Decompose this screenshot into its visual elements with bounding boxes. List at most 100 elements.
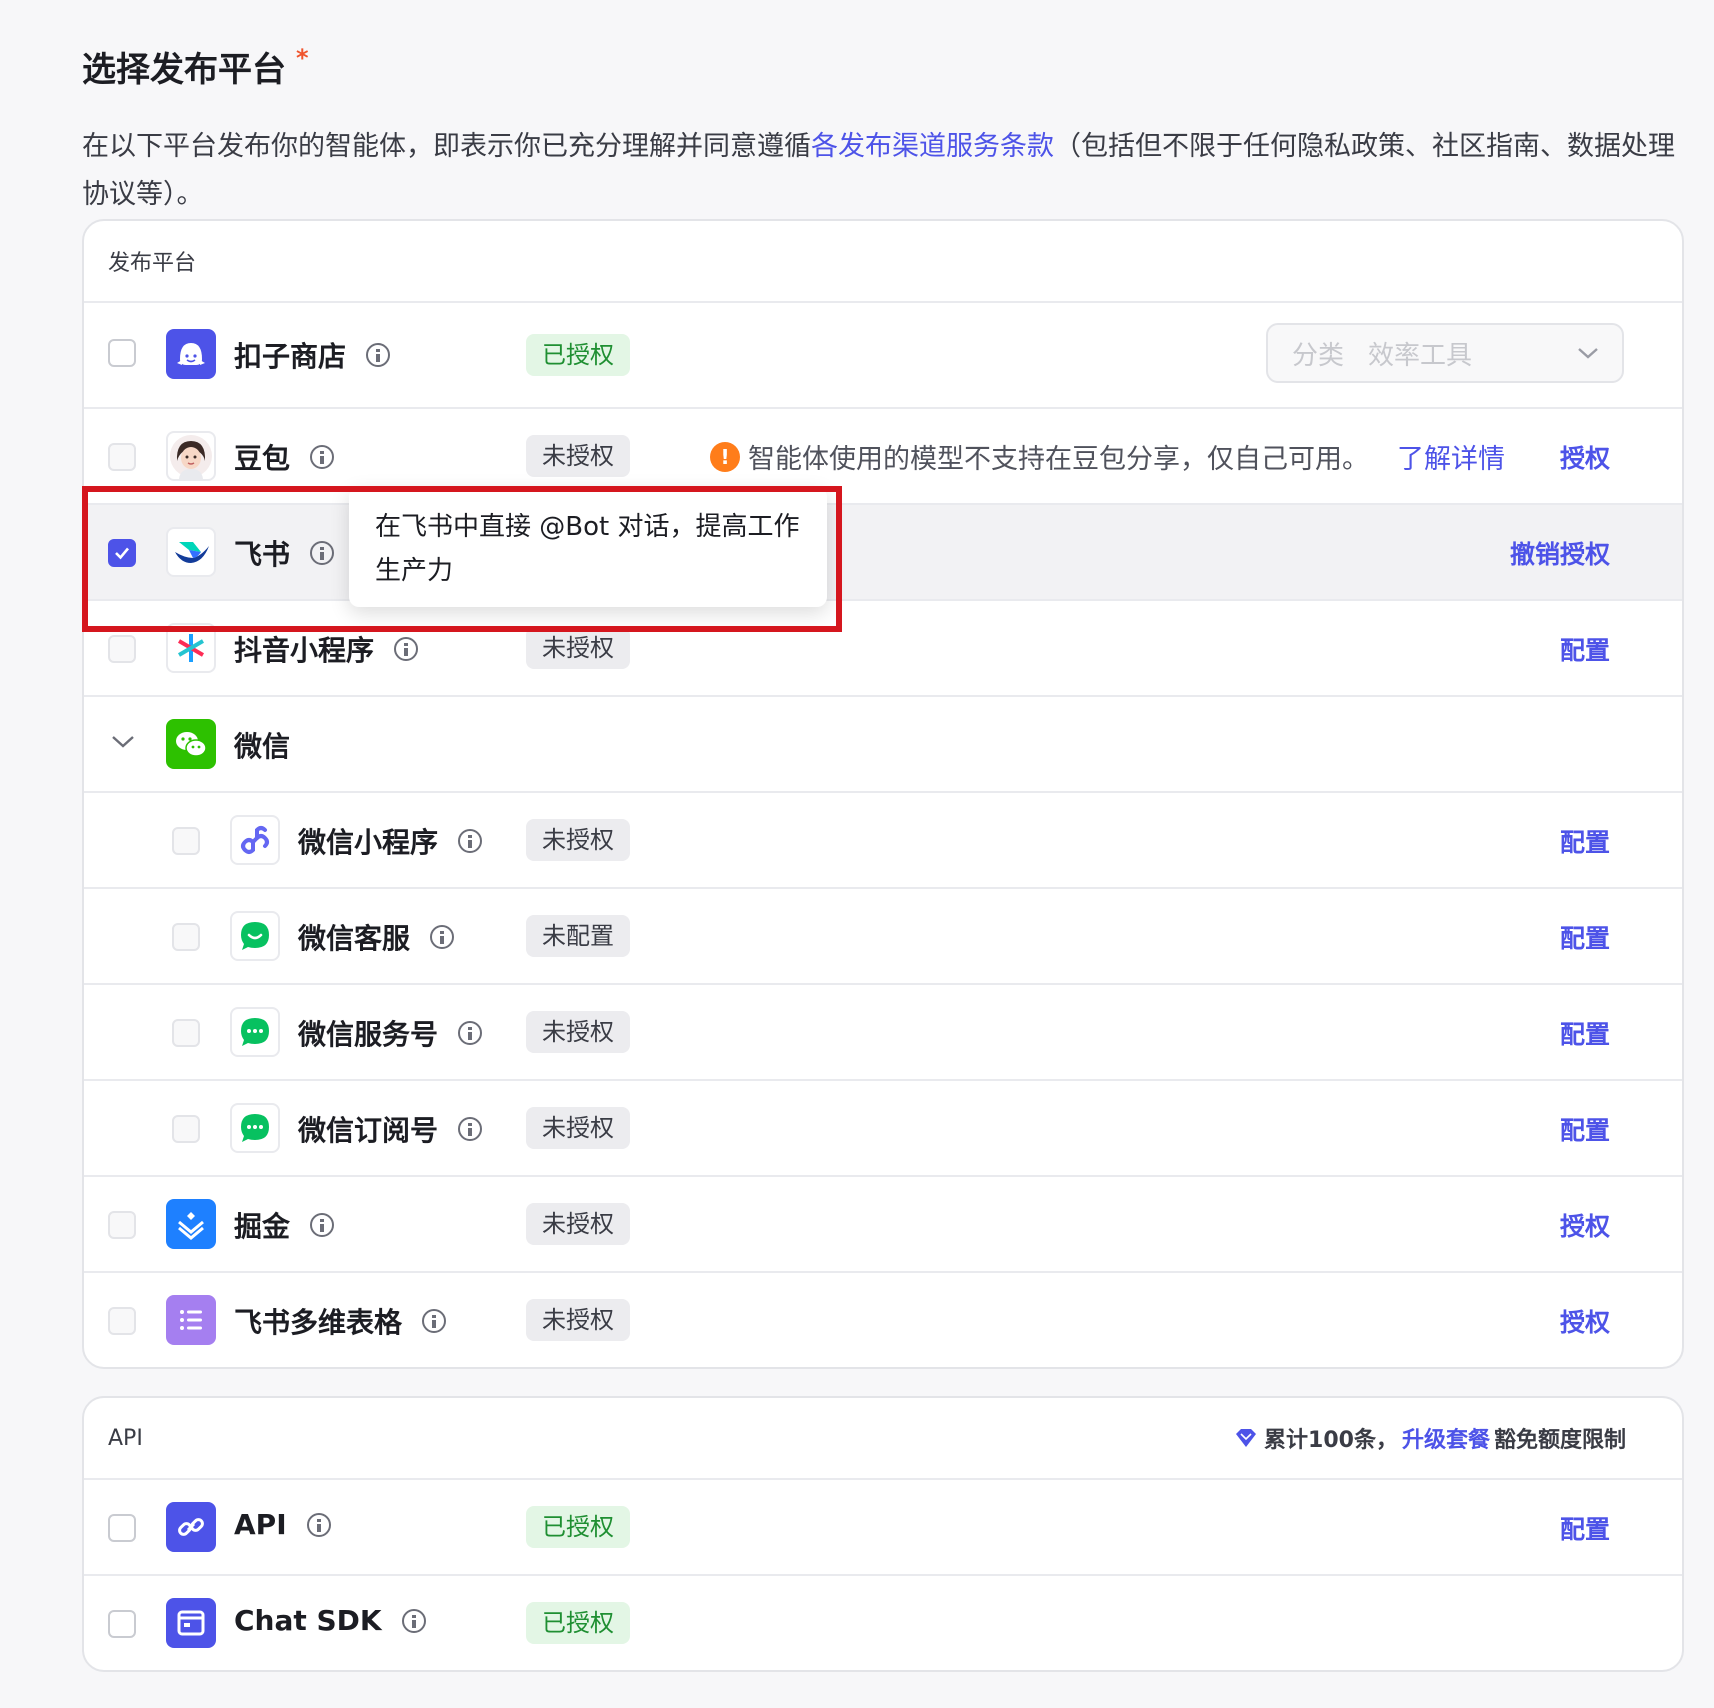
wechat-label: 微信 [234,730,291,763]
api-name: API [234,1508,331,1541]
wechat-service-name: 微信客服 [298,917,455,957]
wechat-service-logo-icon [230,911,280,961]
terms-text-before: 在以下平台发布你的智能体，即表示你已充分理解并同意遵循 [82,131,811,162]
wechat-logo-icon [166,719,216,769]
info-icon[interactable] [394,637,419,661]
info-icon[interactable] [458,829,483,853]
platform-row-coze-store: 扣子商店 已授权 分类 效率工具 [84,303,1682,409]
wechat-official-label: 微信服务号 [298,1018,439,1051]
wechat-service-status-badge: 未配置 [526,915,630,957]
chat-sdk-name: Chat SDK [234,1604,426,1637]
info-icon[interactable] [401,1608,426,1633]
learn-more-link[interactable]: 了解详情 [1397,437,1505,476]
wechat-official-status-badge: 未授权 [526,1011,630,1053]
category-select[interactable]: 分类 效率工具 [1266,323,1624,383]
feishu-revoke-button[interactable]: 撤销授权 [1510,535,1610,571]
info-icon[interactable] [458,1117,483,1141]
platform-row-wechat-miniapp: 微信小程序 未授权 配置 [84,793,1682,889]
wechat-subscription-label: 微信订阅号 [298,1114,439,1147]
diamond-icon [1236,1429,1257,1447]
douyin-miniapp-checkbox[interactable] [108,635,136,663]
juejin-label: 掘金 [234,1210,291,1243]
platform-row-chat-sdk: Chat SDK 已授权 [84,1576,1682,1670]
douyin-miniapp-status-badge: 未授权 [526,627,630,669]
chat-sdk-checkbox[interactable] [108,1610,136,1638]
category-select-label: 分类 [1292,340,1345,371]
juejin-name: 掘金 [234,1205,335,1245]
platform-row-wechat-subscription: 微信订阅号 未授权 配置 [84,1081,1682,1177]
doubao-name: 豆包 [234,437,335,477]
terms-link[interactable]: 各发布渠道服务条款 [811,131,1054,162]
wechat-official-logo-icon [230,1007,280,1057]
feishu-bitable-name: 飞书多维表格 [234,1301,447,1341]
info-icon[interactable] [306,1512,331,1537]
info-icon[interactable] [430,925,455,949]
coze-store-logo-icon [166,329,216,379]
coze-store-checkbox[interactable] [108,339,136,367]
chevron-down-icon [1578,348,1598,359]
wechat-subscription-checkbox[interactable] [172,1115,200,1143]
wechat-miniapp-status-badge: 未授权 [526,819,630,861]
wechat-service-config-button[interactable]: 配置 [1560,919,1610,955]
wechat-official-config-button[interactable]: 配置 [1560,1015,1610,1051]
wechat-miniapp-label: 微信小程序 [298,826,439,859]
api-quota-note: 累计100条， 升级套餐 豁免额度限制 [1234,1422,1626,1454]
api-config-button[interactable]: 配置 [1560,1510,1610,1546]
info-icon[interactable] [458,1021,483,1045]
douyin-miniapp-name: 抖音小程序 [234,629,419,669]
wechat-miniapp-checkbox[interactable] [172,827,200,855]
feishu-bitable-checkbox[interactable] [108,1307,136,1335]
wechat-subscription-status-badge: 未授权 [526,1107,630,1149]
wechat-service-checkbox[interactable] [172,923,200,951]
api-header-label: API [108,1425,143,1451]
platform-group-wechat[interactable]: 微信 [84,697,1682,793]
juejin-checkbox[interactable] [108,1211,136,1239]
upgrade-plan-link[interactable]: 升级套餐 [1402,1422,1490,1454]
api-checkbox[interactable] [108,1514,136,1542]
chat-sdk-status-badge: 已授权 [526,1602,630,1644]
info-icon[interactable] [366,343,391,367]
douyin-miniapp-config-button[interactable]: 配置 [1560,631,1610,667]
coze-store-status-badge: 已授权 [526,334,630,376]
feishu-bitable-authorize-button[interactable]: 授权 [1560,1303,1610,1339]
coze-store-name: 扣子商店 [234,335,391,375]
info-icon[interactable] [422,1309,447,1333]
platform-row-wechat-service: 微信客服 未配置 配置 [84,889,1682,985]
info-icon[interactable] [310,1213,335,1237]
feishu-bitable-label: 飞书多维表格 [234,1306,403,1339]
platform-row-feishu-bitable: 飞书多维表格 未授权 授权 [84,1273,1682,1367]
api-card-header: API 累计100条， 升级套餐 豁免额度限制 [84,1398,1682,1480]
chat-sdk-label: Chat SDK [234,1604,382,1637]
platform-row-api: API 已授权 配置 [84,1480,1682,1576]
wechat-subscription-config-button[interactable]: 配置 [1560,1111,1610,1147]
page-title-text: 选择发布平台 [82,50,286,90]
api-quota-after: 豁免额度限制 [1493,1428,1626,1453]
feishu-bitable-status-badge: 未授权 [526,1299,630,1341]
juejin-status-badge: 未授权 [526,1203,630,1245]
api-quota-text: 累计100条， [1264,1428,1398,1453]
juejin-authorize-button[interactable]: 授权 [1560,1207,1610,1243]
doubao-avatar-icon [166,431,216,481]
api-status-badge: 已授权 [526,1506,630,1548]
exclamation-icon: ! [710,441,740,472]
wechat-miniapp-logo-icon [230,815,280,865]
doubao-status-badge: 未授权 [526,435,630,477]
platforms-card-header: 发布平台 [84,221,1682,303]
terms-description: 在以下平台发布你的智能体，即表示你已充分理解并同意遵循各发布渠道服务条款（包括但… [82,123,1682,219]
chevron-down-icon[interactable] [110,732,136,752]
doubao-checkbox[interactable] [108,443,136,471]
wechat-official-checkbox[interactable] [172,1019,200,1047]
chat-sdk-logo-icon [166,1598,216,1648]
info-icon[interactable] [310,445,335,469]
doubao-label: 豆包 [234,442,291,475]
doubao-warning: ! 智能体使用的模型不支持在豆包分享，仅自己可用。 了解详情 [710,437,1505,476]
api-label: API [234,1508,287,1541]
doubao-warning-text: 智能体使用的模型不支持在豆包分享，仅自己可用。 [748,444,1369,475]
page-title: 选择发布平台 * [82,42,309,91]
doubao-authorize-button[interactable]: 授权 [1560,439,1610,475]
platform-row-juejin: 掘金 未授权 授权 [84,1177,1682,1273]
wechat-miniapp-name: 微信小程序 [298,821,483,861]
platforms-header-label: 发布平台 [108,251,197,276]
wechat-miniapp-config-button[interactable]: 配置 [1560,823,1610,859]
feishu-bitable-logo-icon [166,1295,216,1345]
